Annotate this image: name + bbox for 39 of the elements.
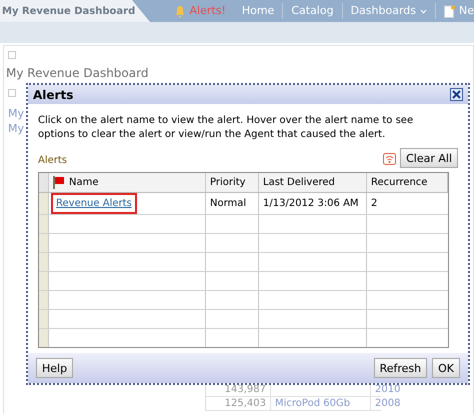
instructions-text: Click on the alert name to view the alert. Hover over the alert name to see options to clear the alert or view/run the Agent that caused the alert.	[37, 114, 414, 142]
row-header[interactable]	[39, 253, 49, 271]
rss-icon[interactable]	[383, 153, 396, 165]
column-header[interactable]: Recurrence	[367, 173, 448, 192]
chevron-down-icon	[420, 8, 427, 14]
column-header[interactable]: Name	[49, 173, 206, 192]
row-header[interactable]	[39, 329, 49, 347]
table-cell: Normal	[206, 193, 259, 214]
table-cell: 125,403	[206, 397, 271, 410]
collapse-icon[interactable]	[8, 89, 16, 97]
dialog-title: Alerts	[33, 86, 74, 104]
column-header[interactable]: Last Delivered	[259, 173, 367, 192]
table-cell-text: 2008	[374, 397, 400, 410]
flag-icon	[53, 176, 65, 189]
help-button[interactable]: Help	[36, 358, 74, 378]
alert-link[interactable]: Revenue Alerts	[51, 193, 137, 214]
clear-all-button[interactable]: Clear All	[400, 148, 458, 168]
row-header[interactable]	[39, 234, 49, 252]
close-icon	[452, 90, 461, 99]
table-cell: 1/13/2012 3:06 AM	[259, 193, 367, 214]
table-cell-text: 2	[370, 197, 378, 211]
row-header[interactable]	[39, 272, 49, 290]
page-tab[interactable]: My Revenue Dashboard	[0, 0, 150, 22]
refresh-button[interactable]: Refresh	[374, 358, 428, 378]
new-document-icon[interactable]	[444, 4, 455, 18]
table-cell-text: 2010	[374, 383, 400, 396]
row-header[interactable]	[39, 291, 49, 309]
row-header[interactable]	[39, 215, 49, 233]
column-header[interactable]: Priority	[206, 173, 259, 192]
section-label: Alerts	[38, 154, 68, 168]
row-header[interactable]	[39, 193, 49, 214]
section-title: My Revenue Dashboard	[5, 65, 150, 82]
collapse-icon[interactable]	[8, 51, 16, 59]
close-button[interactable]	[450, 88, 463, 101]
header-corner	[39, 173, 49, 192]
ok-button[interactable]: OK	[432, 358, 460, 378]
bell-icon[interactable]	[174, 4, 186, 18]
table-cell: MicroPod 60Gb	[271, 397, 371, 410]
row-header[interactable]	[39, 310, 49, 328]
